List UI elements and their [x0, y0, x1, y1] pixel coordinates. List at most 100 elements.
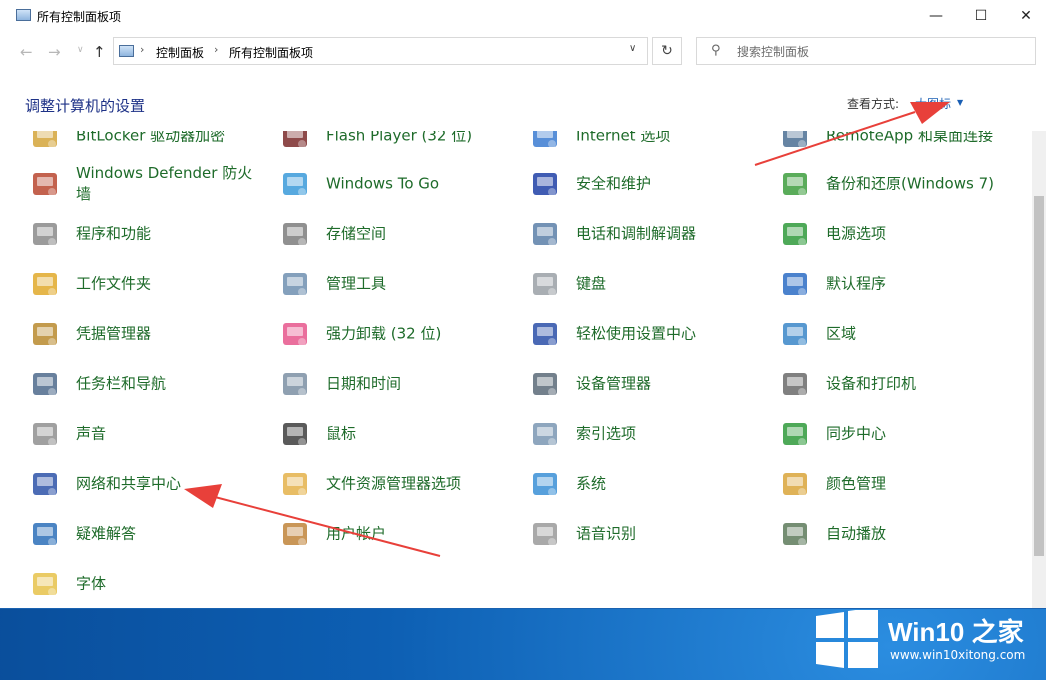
- control-panel-item[interactable]: 网络和共享中心: [14, 464, 264, 504]
- control-panel-item[interactable]: 同步中心: [764, 414, 1014, 454]
- address-dropdown-icon[interactable]: ∨: [629, 43, 636, 54]
- control-panel-item[interactable]: 自动播放: [764, 514, 1014, 554]
- search-box[interactable]: ⚲: [696, 37, 1036, 65]
- breadcrumb-control-panel[interactable]: 控制面板: [156, 44, 204, 61]
- control-panel-item-label: 疑难解答: [76, 524, 137, 543]
- view-by-dropdown[interactable]: 大图标: [915, 95, 951, 112]
- network-icon: [28, 467, 62, 501]
- control-panel-item-label: 声音: [76, 424, 107, 443]
- control-panel-item[interactable]: 鼠标: [264, 414, 514, 454]
- control-panel-item[interactable]: 声音: [14, 414, 264, 454]
- control-panel-items: BitLocker 驱动器加密 Flash Player (32 位) Intern…: [8, 131, 1032, 608]
- mouse-icon: [278, 417, 312, 451]
- control-panel-item-label: 管理工具: [326, 274, 387, 293]
- control-panel-item-label: 键盘: [576, 274, 607, 293]
- search-input[interactable]: [735, 42, 1029, 62]
- control-panel-item[interactable]: 电话和调制解调器: [514, 214, 764, 254]
- control-panel-item-label: 设备和打印机: [826, 374, 917, 393]
- control-panel-item[interactable]: 字体: [14, 564, 264, 604]
- indexing-icon: [528, 417, 562, 451]
- datetime-icon: [278, 367, 312, 401]
- address-bar[interactable]: › 控制面板 › 所有控制面板项: [113, 37, 648, 65]
- control-panel-item-label: RemoteApp 和桌面连接: [826, 131, 993, 145]
- control-panel-item[interactable]: 管理工具: [264, 264, 514, 304]
- control-panel-item[interactable]: 日期和时间: [264, 364, 514, 404]
- uninstall-icon: [278, 317, 312, 351]
- bitlocker-icon: [28, 131, 62, 153]
- control-panel-item-label: 网络和共享中心: [76, 474, 182, 493]
- remoteapp-icon: [778, 131, 812, 153]
- recent-locations-icon[interactable]: ∨: [77, 45, 84, 55]
- programs-icon: [28, 217, 62, 251]
- accessibility-icon: [528, 317, 562, 351]
- control-panel-item[interactable]: 凭据管理器: [14, 314, 264, 354]
- control-panel-item[interactable]: 语音识别: [514, 514, 764, 554]
- control-panel-item[interactable]: 安全和维护: [514, 164, 764, 204]
- control-panel-item[interactable]: 用户帐户: [264, 514, 514, 554]
- control-panel-item[interactable]: 文件资源管理器选项: [264, 464, 514, 504]
- control-panel-item[interactable]: 备份和还原(Windows 7): [764, 164, 1014, 204]
- user-accounts-icon: [278, 517, 312, 551]
- backup-icon: [778, 167, 812, 201]
- control-panel-item[interactable]: 疑难解答: [14, 514, 264, 554]
- control-panel-item-label: 同步中心: [826, 424, 887, 443]
- device-manager-icon: [528, 367, 562, 401]
- power-icon: [778, 217, 812, 251]
- close-button[interactable]: ✕: [1003, 0, 1046, 31]
- minimize-button[interactable]: —: [913, 0, 959, 31]
- control-panel-item[interactable]: 程序和功能: [14, 214, 264, 254]
- control-panel-item[interactable]: 颜色管理: [764, 464, 1014, 504]
- control-panel-item[interactable]: 系统: [514, 464, 764, 504]
- control-panel-item[interactable]: 强力卸载 (32 位): [264, 314, 514, 354]
- control-panel-item-label: 存储空间: [326, 224, 387, 243]
- up-arrow-icon[interactable]: ↑: [93, 43, 106, 61]
- breadcrumb-separator[interactable]: ›: [140, 43, 144, 56]
- control-panel-item[interactable]: Internet 选项: [514, 131, 764, 156]
- control-panel-item[interactable]: 任务栏和导航: [14, 364, 264, 404]
- control-panel-item[interactable]: Windows Defender 防火墙: [14, 164, 264, 204]
- chevron-down-icon[interactable]: ▼: [957, 98, 963, 107]
- control-panel-item-label: 自动播放: [826, 524, 887, 543]
- breadcrumb-separator[interactable]: ›: [214, 43, 218, 56]
- control-panel-item-label: 默认程序: [826, 274, 887, 293]
- title-bar[interactable]: 所有控制面板项 — ☐ ✕: [0, 0, 1046, 31]
- region-icon: [778, 317, 812, 351]
- admin-tools-icon: [278, 267, 312, 301]
- keyboard-icon: [528, 267, 562, 301]
- flash-icon: [278, 131, 312, 153]
- color-icon: [778, 467, 812, 501]
- control-panel-item[interactable]: 电源选项: [764, 214, 1014, 254]
- scrollbar-thumb[interactable]: [1034, 196, 1044, 556]
- control-panel-item[interactable]: 键盘: [514, 264, 764, 304]
- breadcrumb-all-items[interactable]: 所有控制面板项: [229, 44, 313, 61]
- control-panel-item-label: 文件资源管理器选项: [326, 474, 462, 493]
- forward-arrow-icon[interactable]: →: [48, 43, 61, 61]
- control-panel-item[interactable]: Flash Player (32 位): [264, 131, 514, 156]
- control-panel-item[interactable]: 轻松使用设置中心: [514, 314, 764, 354]
- control-panel-item[interactable]: Windows To Go: [264, 164, 514, 204]
- control-panel-item[interactable]: 工作文件夹: [14, 264, 264, 304]
- control-panel-item[interactable]: 设备管理器: [514, 364, 764, 404]
- control-panel-item-label: Internet 选项: [576, 131, 671, 145]
- control-panel-item-label: 电源选项: [826, 224, 887, 243]
- control-panel-item-label: 区域: [826, 324, 857, 343]
- control-panel-item[interactable]: 区域: [764, 314, 1014, 354]
- maximize-button[interactable]: ☐: [958, 0, 1004, 31]
- view-by-label: 查看方式:: [847, 97, 900, 111]
- flag-icon: [528, 167, 562, 201]
- control-panel-item-label: 字体: [76, 574, 107, 593]
- control-panel-item[interactable]: 默认程序: [764, 264, 1014, 304]
- control-panel-item[interactable]: 存储空间: [264, 214, 514, 254]
- control-panel-item[interactable]: 设备和打印机: [764, 364, 1014, 404]
- troubleshoot-icon: [28, 517, 62, 551]
- control-panel-item[interactable]: 索引选项: [514, 414, 764, 454]
- watermark: Win10 之家 www.win10xitong.com: [812, 606, 1040, 672]
- back-arrow-icon[interactable]: ←: [20, 43, 33, 61]
- control-panel-item[interactable]: RemoteApp 和桌面连接: [764, 131, 1014, 156]
- control-panel-item-label: 鼠标: [326, 424, 357, 443]
- sound-icon: [28, 417, 62, 451]
- credential-icon: [28, 317, 62, 351]
- control-panel-icon: [119, 45, 134, 57]
- refresh-button[interactable]: ↻: [652, 37, 682, 65]
- control-panel-item[interactable]: BitLocker 驱动器加密: [14, 131, 264, 156]
